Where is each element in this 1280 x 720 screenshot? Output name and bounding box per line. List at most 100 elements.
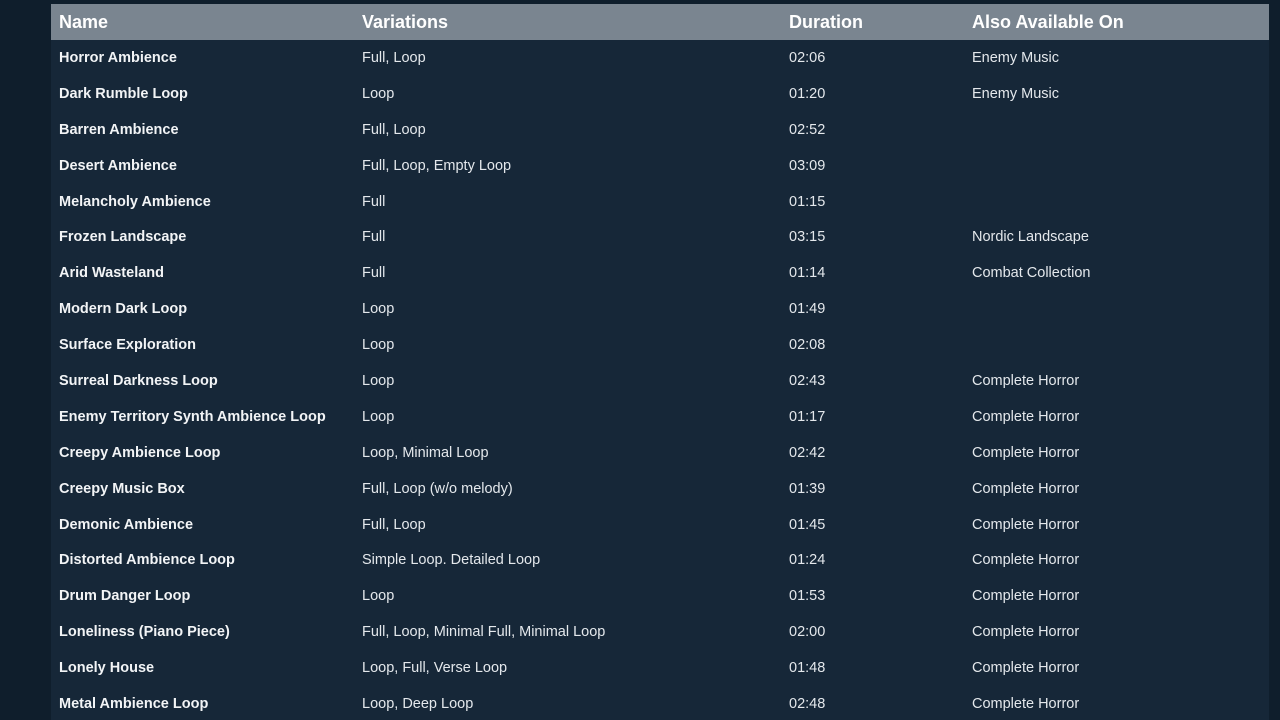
page: Name Variations Duration Also Available … <box>0 0 1280 720</box>
track-duration-cell: 03:15 <box>789 229 826 246</box>
table-row[interactable]: Barren Ambience Full, Loop 02:52 <box>51 112 1269 148</box>
column-header-duration[interactable]: Duration <box>781 4 964 40</box>
track-duration-cell: 03:09 <box>789 157 826 174</box>
track-also-available-cell <box>964 148 1269 184</box>
track-name-cell: Surreal Darkness Loop <box>59 372 218 389</box>
track-duration-cell: 02:08 <box>789 337 826 354</box>
track-rows: Horror Ambience Full, Loop 02:06 Enemy Musi… <box>51 40 1269 720</box>
track-variations-cell: Loop, Full, Verse Loop <box>362 660 508 677</box>
track-also-available-cell: Complete Horror <box>972 444 1080 461</box>
table-row[interactable]: Creepy Music Box Full, Loop (w/o melody) 0… <box>51 471 1269 507</box>
track-duration-cell: 01:39 <box>789 480 826 497</box>
track-also-available-cell <box>964 112 1269 148</box>
track-also-available-cell <box>964 327 1269 363</box>
table-row[interactable]: Surreal Darkness Loop Loop 02:43 Complete H… <box>51 363 1269 399</box>
track-variations-cell: Full, Loop <box>362 516 426 533</box>
track-duration-cell: 02:42 <box>789 444 826 461</box>
track-duration-cell: 02:43 <box>789 372 826 389</box>
track-also-available-cell: Complete Horror <box>972 372 1080 389</box>
track-duration-cell: 01:48 <box>789 660 826 677</box>
track-also-available-cell <box>964 184 1269 220</box>
track-name-cell: Arid Wasteland <box>59 265 165 282</box>
table-row[interactable]: Lonely House Loop, Full, Verse Loop 01:48 C… <box>51 650 1269 686</box>
track-duration-cell: 01:49 <box>789 301 826 318</box>
track-name-cell: Dark Rumble Loop <box>59 85 188 102</box>
track-also-available-cell: Enemy Music <box>972 85 1060 102</box>
table-row[interactable]: Surface Exploration Loop 02:08 <box>51 327 1269 363</box>
track-name-cell: Enemy Territory Synth Ambience Loop <box>59 408 326 425</box>
track-variations-cell: Full <box>362 229 386 246</box>
track-also-available-cell: Combat Collection <box>972 265 1091 282</box>
table-row[interactable]: Enemy Territory Synth Ambience Loop Loop 0… <box>51 399 1269 435</box>
track-name-cell: Modern Dark Loop <box>59 301 188 318</box>
track-name-cell: Lonely House <box>59 660 155 677</box>
track-variations-cell: Full, Loop (w/o melody) <box>362 480 513 497</box>
track-also-available-cell <box>964 291 1269 327</box>
track-name-cell: Loneliness (Piano Piece) <box>59 624 230 641</box>
track-duration-cell: 02:06 <box>789 49 826 66</box>
column-header-name[interactable]: Name <box>51 4 354 40</box>
table-row[interactable]: Distorted Ambience Loop Simple Loop. Deta… <box>51 542 1269 578</box>
track-duration-cell: 01:24 <box>789 552 826 569</box>
track-also-available-cell: Complete Horror <box>972 660 1080 677</box>
track-name-cell: Desert Ambience <box>59 157 177 174</box>
track-list-panel: Name Variations Duration Also Available … <box>51 4 1269 720</box>
table-row[interactable]: Arid Wasteland Full 01:14 Combat Collection <box>51 255 1269 291</box>
track-variations-cell: Full, Loop, Minimal Full, Minimal Loop <box>362 624 606 641</box>
track-also-available-cell: Complete Horror <box>972 480 1080 497</box>
track-duration-cell: 02:52 <box>789 121 826 138</box>
track-also-available-cell: Complete Horror <box>972 588 1080 605</box>
track-variations-cell: Loop <box>362 301 395 318</box>
table-row[interactable]: Modern Dark Loop Loop 01:49 <box>51 291 1269 327</box>
table-row[interactable]: Creepy Ambience Loop Loop, Minimal Loop 02… <box>51 435 1269 471</box>
track-also-available-cell: Enemy Music <box>972 49 1060 66</box>
track-name-cell: Horror Ambience <box>59 49 177 66</box>
track-variations-cell: Full, Loop, Empty Loop <box>362 157 512 174</box>
track-name-cell: Frozen Landscape <box>59 229 187 246</box>
track-duration-cell: 02:48 <box>789 695 826 712</box>
track-name-cell: Metal Ambience Loop <box>59 695 209 712</box>
track-duration-cell: 01:53 <box>789 588 826 605</box>
track-duration-cell: 02:00 <box>789 624 826 641</box>
track-variations-cell: Full <box>362 265 386 282</box>
table-row[interactable]: Frozen Landscape Full 03:15 Nordic Landscap… <box>51 219 1269 255</box>
table-row[interactable]: Melancholy Ambience Full 01:15 <box>51 184 1269 220</box>
column-header-variations[interactable]: Variations <box>354 4 781 40</box>
track-variations-cell: Loop <box>362 85 395 102</box>
table-row[interactable]: Demonic Ambience Full, Loop 01:45 Complete … <box>51 507 1269 543</box>
track-name-cell: Drum Danger Loop <box>59 588 191 605</box>
table-row[interactable]: Dark Rumble Loop Loop 01:20 Enemy Music <box>51 76 1269 112</box>
track-duration-cell: 01:20 <box>789 85 826 102</box>
table-row[interactable]: Horror Ambience Full, Loop 02:06 Enemy Musi… <box>51 40 1269 76</box>
track-variations-cell: Full <box>362 193 386 210</box>
track-duration-cell: 01:15 <box>789 193 826 210</box>
track-duration-cell: 01:17 <box>789 408 826 425</box>
track-also-available-cell: Complete Horror <box>972 516 1080 533</box>
track-also-available-cell: Complete Horror <box>972 624 1080 641</box>
track-variations-cell: Loop <box>362 372 395 389</box>
table-row[interactable]: Loneliness (Piano Piece) Full, Loop, Mini… <box>51 614 1269 650</box>
track-name-cell: Creepy Ambience Loop <box>59 444 221 461</box>
track-variations-cell: Loop <box>362 337 395 354</box>
table-row[interactable]: Drum Danger Loop Loop 01:53 Complete Horror <box>51 578 1269 614</box>
table-header-row: Name Variations Duration Also Available … <box>51 4 1269 40</box>
track-variations-cell: Loop, Minimal Loop <box>362 444 489 461</box>
track-name-cell: Surface Exploration <box>59 337 196 354</box>
track-name-cell: Distorted Ambience Loop <box>59 552 235 569</box>
track-name-cell: Creepy Music Box <box>59 480 185 497</box>
track-name-cell: Melancholy Ambience <box>59 193 211 210</box>
track-variations-cell: Loop <box>362 408 395 425</box>
table-row[interactable]: Desert Ambience Full, Loop, Empty Loop 03:… <box>51 148 1269 184</box>
track-also-available-cell: Complete Horror <box>972 408 1080 425</box>
track-name-cell: Barren Ambience <box>59 121 179 138</box>
track-variations-cell: Full, Loop <box>362 49 426 66</box>
track-also-available-cell: Complete Horror <box>972 552 1080 569</box>
track-variations-cell: Loop <box>362 588 395 605</box>
track-variations-cell: Simple Loop. Detailed Loop <box>362 552 541 569</box>
track-duration-cell: 01:45 <box>789 516 826 533</box>
column-header-also-available-on[interactable]: Also Available On <box>964 4 1269 40</box>
track-also-available-cell: Nordic Landscape <box>972 229 1089 246</box>
track-name-cell: Demonic Ambience <box>59 516 194 533</box>
table-row[interactable]: Metal Ambience Loop Loop, Deep Loop 02:48 C… <box>51 686 1269 720</box>
track-duration-cell: 01:14 <box>789 265 826 282</box>
